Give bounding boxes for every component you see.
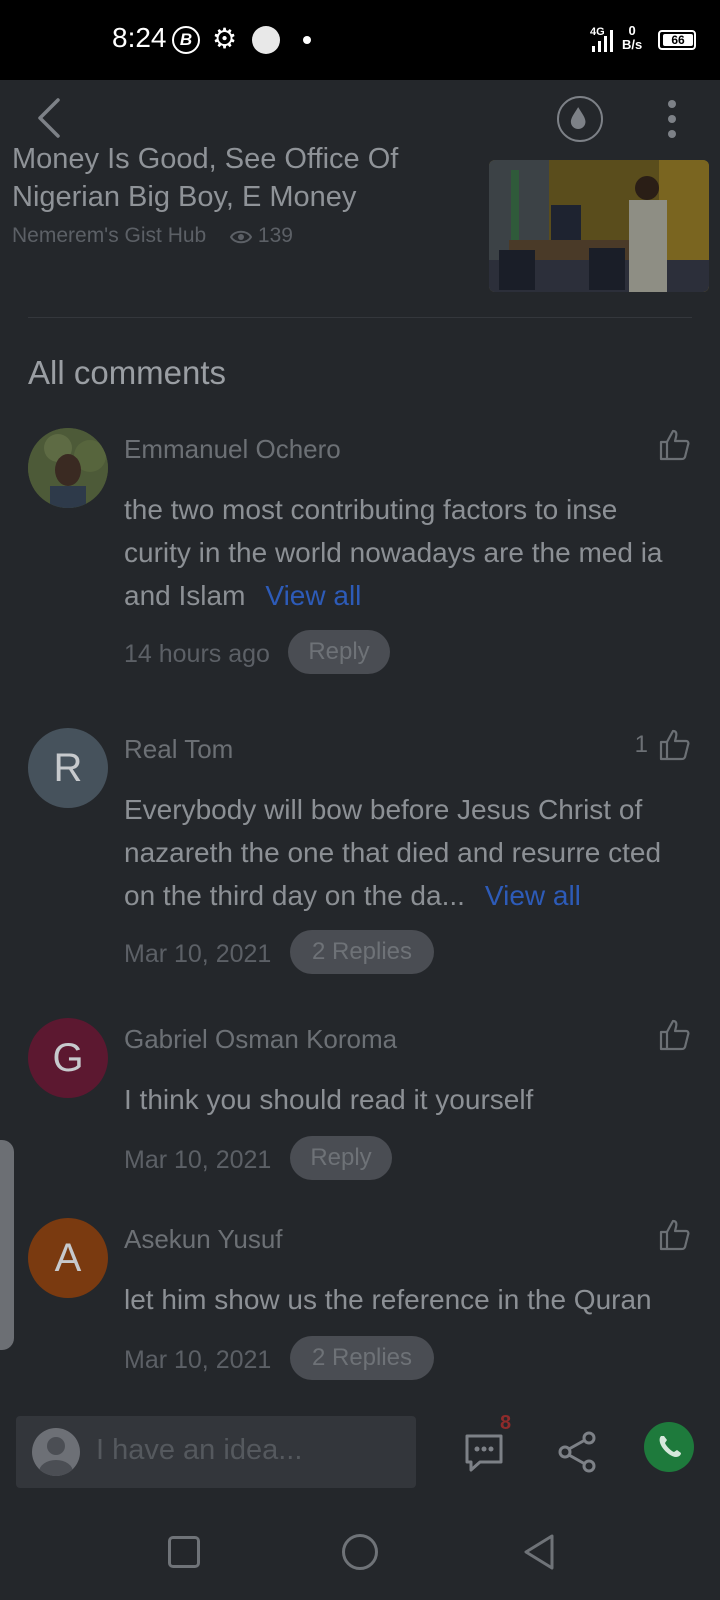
comment-body: let him show us the reference in the Qur… <box>124 1284 652 1315</box>
eye-icon <box>230 230 253 244</box>
default-user-icon <box>39 1437 73 1476</box>
like-button[interactable] <box>658 1018 692 1052</box>
side-drawer-handle[interactable] <box>0 1140 14 1350</box>
divider <box>28 317 692 318</box>
share-icon[interactable] <box>556 1430 600 1474</box>
comment-text: the two most contributing factors to ins… <box>124 488 684 617</box>
office-photo <box>489 160 709 292</box>
status-time: 8:24 <box>112 22 167 53</box>
b-app-icon: B <box>172 26 200 54</box>
comment-input-placeholder: I have an idea... <box>96 1434 303 1466</box>
comment-date: Mar 10, 2021 <box>124 940 272 968</box>
reply-button[interactable]: Reply <box>290 1136 392 1180</box>
notification-circle-icon <box>252 26 280 54</box>
article-thumbnail[interactable] <box>489 160 709 292</box>
thumbs-up-icon <box>659 1219 690 1251</box>
thumbs-up-icon <box>659 1019 690 1051</box>
article-source: Nemerem's Gist Hub <box>12 224 207 247</box>
replies-button[interactable]: 2 Replies <box>290 930 434 974</box>
system-back-button[interactable] <box>520 1532 556 1572</box>
whatsapp-share-button[interactable] <box>644 1422 694 1472</box>
article-title[interactable]: Money Is Good, See Office Of Nigerian Bi… <box>12 140 452 216</box>
theme-toggle-button[interactable] <box>557 96 603 142</box>
comment-text: Everybody will bow before Jesus Christ o… <box>124 788 684 917</box>
battery-level: 66 <box>663 34 693 46</box>
view-all-link[interactable]: View all <box>485 880 581 911</box>
network-speed-value: 0 <box>628 23 636 38</box>
back-arrow-icon[interactable] <box>30 96 74 140</box>
like-button[interactable] <box>658 1218 692 1252</box>
section-title: All comments <box>28 354 227 391</box>
comment-bubble-icon[interactable] <box>462 1430 506 1474</box>
comment-text: let him show us the reference in the Qur… <box>124 1278 684 1321</box>
article-meta: Nemerem's Gist Hub 139 <box>12 224 293 248</box>
avatar[interactable]: R <box>28 728 108 808</box>
network-speed: 0 B/s <box>622 24 642 52</box>
comment-body: the two most contributing factors to ins… <box>124 494 663 611</box>
profile-photo <box>28 428 108 508</box>
view-all-link[interactable]: View all <box>265 580 361 611</box>
system-navigation-bar <box>0 1502 720 1600</box>
like-button[interactable]: 1 <box>635 728 692 762</box>
thumbs-up-icon <box>659 429 690 461</box>
comment-text: I think you should read it yourself <box>124 1078 684 1121</box>
whatsapp-icon <box>659 1436 681 1457</box>
home-button[interactable] <box>342 1534 378 1570</box>
settings-gear-icon: ⚙ <box>212 23 238 54</box>
comment-author[interactable]: Emmanuel Ochero <box>124 434 341 465</box>
avatar[interactable] <box>28 428 108 508</box>
comment-date: 14 hours ago <box>124 640 270 668</box>
avatar[interactable]: A <box>28 1218 108 1298</box>
like-button[interactable] <box>658 428 692 462</box>
comment-count-badge: 8 <box>500 1412 512 1434</box>
notification-dot-icon <box>303 36 311 44</box>
article-views: 139 <box>257 224 293 247</box>
thumbs-up-icon <box>659 729 690 761</box>
replies-button[interactable]: 2 Replies <box>290 1336 434 1380</box>
status-bar: 8:24 B ⚙ 4G 0 B/s 66 <box>0 0 720 80</box>
more-vertical-icon[interactable] <box>660 96 684 142</box>
user-avatar <box>32 1428 80 1476</box>
comment-author[interactable]: Gabriel Osman Koroma <box>124 1024 397 1055</box>
comment-bottom-bar: I have an idea... 8 <box>0 1394 720 1502</box>
comment-author[interactable]: Real Tom <box>124 734 233 765</box>
comment-date: Mar 10, 2021 <box>124 1346 272 1374</box>
comment-input[interactable]: I have an idea... <box>16 1416 416 1488</box>
like-count: 1 <box>634 731 648 758</box>
water-drop-icon <box>570 107 586 130</box>
avatar[interactable]: G <box>28 1018 108 1098</box>
signal-label: 4G <box>590 26 605 38</box>
comment-author[interactable]: Asekun Yusuf <box>124 1224 283 1255</box>
recent-apps-button[interactable] <box>168 1536 200 1568</box>
comment-date: Mar 10, 2021 <box>124 1146 272 1174</box>
comment-body: I think you should read it yourself <box>124 1084 534 1115</box>
reply-button[interactable]: Reply <box>288 630 390 674</box>
network-speed-unit: B/s <box>622 37 643 52</box>
battery-icon: 66 <box>658 30 696 50</box>
